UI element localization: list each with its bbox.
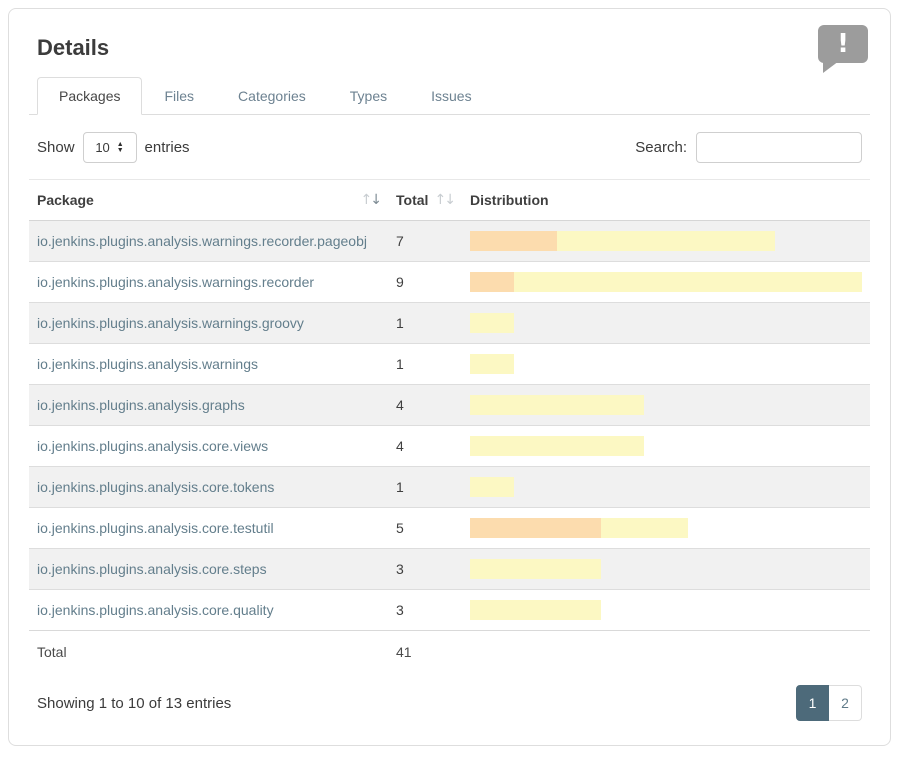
details-card: ! Details PackagesFilesCategoriesTypesIs…	[8, 8, 891, 746]
page-length-control: Show 10 ▲▼ entries	[37, 132, 190, 163]
table-row: io.jenkins.plugins.analysis.core.quality…	[29, 590, 870, 631]
distribution-normal-segment	[470, 354, 514, 374]
entries-label: entries	[145, 139, 190, 156]
table-row: io.jenkins.plugins.analysis.core.steps 3	[29, 549, 870, 590]
distribution-normal-segment	[470, 477, 514, 497]
show-label: Show	[37, 139, 75, 156]
page-length-value: 10	[95, 140, 109, 155]
table-header-row: Package ↑↓ Total ↑↓ Distribution	[29, 180, 870, 221]
distribution-bar	[470, 477, 862, 497]
bottom-bar: Showing 1 to 10 of 13 entries 12	[29, 685, 870, 721]
package-link[interactable]: io.jenkins.plugins.analysis.core.tokens	[37, 479, 274, 495]
package-link[interactable]: io.jenkins.plugins.analysis.warnings	[37, 356, 258, 372]
tab-packages[interactable]: Packages	[37, 77, 142, 115]
table-row: io.jenkins.plugins.analysis.graphs 4	[29, 385, 870, 426]
distribution-high-segment	[470, 272, 514, 292]
table-row: io.jenkins.plugins.analysis.core.tokens …	[29, 467, 870, 508]
total-value: 1	[396, 479, 404, 495]
package-link[interactable]: io.jenkins.plugins.analysis.core.testuti…	[37, 520, 274, 536]
tab-bar: PackagesFilesCategoriesTypesIssues	[29, 77, 870, 115]
package-link[interactable]: io.jenkins.plugins.analysis.core.quality	[37, 602, 274, 618]
table-row: io.jenkins.plugins.analysis.warnings 1	[29, 344, 870, 385]
package-link[interactable]: io.jenkins.plugins.analysis.graphs	[37, 397, 245, 413]
distribution-bar	[470, 395, 862, 415]
sort-icon-package[interactable]: ↑↓	[361, 192, 380, 208]
select-caret-icon: ▲▼	[117, 142, 124, 154]
table-row: io.jenkins.plugins.analysis.warnings.rec…	[29, 221, 870, 262]
total-value: 5	[396, 520, 404, 536]
column-header-total[interactable]: Total ↑↓	[388, 180, 462, 221]
distribution-normal-segment	[470, 559, 601, 579]
search-control: Search:	[635, 132, 862, 163]
distribution-bar	[470, 231, 862, 251]
exclamation-icon: !	[837, 31, 849, 57]
sort-icon-total[interactable]: ↑↓	[435, 192, 454, 208]
distribution-bar	[470, 436, 862, 456]
distribution-bar	[470, 354, 862, 374]
total-value: 1	[396, 356, 404, 372]
table-row: io.jenkins.plugins.analysis.core.views 4	[29, 426, 870, 467]
total-value: 7	[396, 233, 404, 249]
tab-categories[interactable]: Categories	[216, 77, 328, 115]
total-value: 3	[396, 561, 404, 577]
package-link[interactable]: io.jenkins.plugins.analysis.warnings.rec…	[37, 233, 367, 249]
table-controls: Show 10 ▲▼ entries Search:	[29, 132, 870, 163]
column-header-distribution: Distribution	[462, 180, 870, 221]
distribution-normal-segment	[470, 313, 514, 333]
column-header-total-label: Total	[396, 192, 428, 208]
showing-entries-info: Showing 1 to 10 of 13 entries	[37, 695, 231, 712]
footer-total-value: 41	[388, 631, 462, 674]
distribution-normal-segment	[470, 600, 601, 620]
sticky-note-bubble-icon[interactable]: !	[818, 25, 868, 63]
column-header-distribution-label: Distribution	[470, 192, 549, 208]
page-title: Details	[37, 35, 870, 61]
column-header-package-label: Package	[37, 192, 94, 208]
package-link[interactable]: io.jenkins.plugins.analysis.core.steps	[37, 561, 267, 577]
tab-issues[interactable]: Issues	[409, 77, 493, 115]
table-footer-row: Total 41	[29, 631, 870, 674]
search-label: Search:	[635, 139, 687, 156]
pagination-button-2[interactable]: 2	[829, 685, 862, 721]
total-value: 9	[396, 274, 404, 290]
search-input[interactable]	[696, 132, 862, 163]
pagination: 12	[796, 685, 862, 721]
table-row: io.jenkins.plugins.analysis.warnings.rec…	[29, 262, 870, 303]
distribution-normal-segment	[470, 395, 644, 415]
table-row: io.jenkins.plugins.analysis.core.testuti…	[29, 508, 870, 549]
package-link[interactable]: io.jenkins.plugins.analysis.core.views	[37, 438, 268, 454]
package-link[interactable]: io.jenkins.plugins.analysis.warnings.gro…	[37, 315, 304, 331]
pagination-button-1[interactable]: 1	[796, 685, 829, 721]
distribution-bar	[470, 559, 862, 579]
distribution-bar	[470, 518, 862, 538]
tab-types[interactable]: Types	[328, 77, 409, 115]
distribution-high-segment	[470, 231, 557, 251]
distribution-normal-segment	[601, 518, 688, 538]
total-value: 1	[396, 315, 404, 331]
table-body: io.jenkins.plugins.analysis.warnings.rec…	[29, 221, 870, 631]
footer-total-label: Total	[29, 631, 388, 674]
total-value: 4	[396, 397, 404, 413]
table-row: io.jenkins.plugins.analysis.warnings.gro…	[29, 303, 870, 344]
page-length-select[interactable]: 10 ▲▼	[83, 132, 137, 163]
distribution-bar	[470, 313, 862, 333]
footer-empty-cell	[462, 631, 870, 674]
total-value: 3	[396, 602, 404, 618]
distribution-normal-segment	[514, 272, 862, 292]
total-value: 4	[396, 438, 404, 454]
column-header-package[interactable]: Package ↑↓	[29, 180, 388, 221]
distribution-high-segment	[470, 518, 601, 538]
package-link[interactable]: io.jenkins.plugins.analysis.warnings.rec…	[37, 274, 314, 290]
distribution-bar	[470, 600, 862, 620]
tab-files[interactable]: Files	[142, 77, 216, 115]
packages-table: Package ↑↓ Total ↑↓ Distribution io.jenk…	[29, 179, 870, 673]
distribution-normal-segment	[470, 436, 644, 456]
distribution-bar	[470, 272, 862, 292]
distribution-normal-segment	[557, 231, 775, 251]
